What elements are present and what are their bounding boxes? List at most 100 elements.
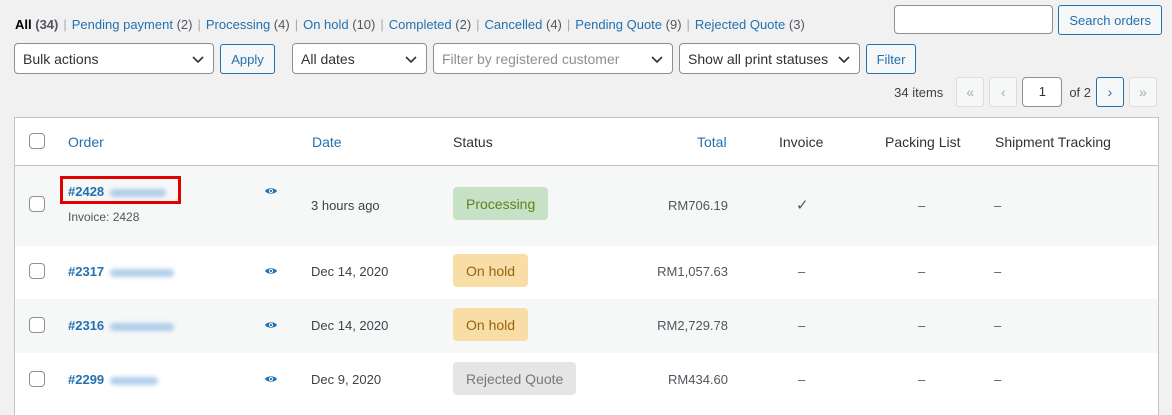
eye-icon[interactable] [264, 374, 278, 384]
filter-processing-count: (4) [273, 17, 290, 32]
order-link[interactable]: #2317 [68, 264, 175, 279]
filter-pending-quote-label: Pending Quote [575, 17, 663, 32]
filter-completed-count: (2) [455, 17, 472, 32]
status-badge: On hold [453, 254, 529, 287]
row-checkbox[interactable] [29, 196, 45, 212]
filter-all-count: (34) [35, 17, 59, 32]
packing-list-value: – [918, 264, 926, 279]
date-filter-value: All dates [301, 50, 355, 67]
filter-completed-label: Completed [388, 17, 452, 32]
filter-pending-quote-count: (9) [665, 17, 682, 32]
chevron-down-icon [838, 56, 850, 64]
filter-all[interactable]: All (34) [15, 17, 58, 32]
eye-icon[interactable] [264, 266, 278, 276]
filter-separator: | [686, 17, 690, 32]
filter-separator: | [294, 17, 299, 32]
filter-separator: | [566, 17, 571, 32]
eye-icon[interactable] [264, 186, 278, 196]
filter-separator: | [476, 17, 480, 32]
status-badge: On hold [453, 308, 529, 341]
column-date[interactable]: Date [312, 134, 342, 150]
last-page-button[interactable]: » [1129, 77, 1157, 107]
filter-pending-payment[interactable]: Pending payment (2) [72, 17, 193, 32]
order-number: #2299 [68, 372, 105, 387]
filter-pending-quote[interactable]: Pending Quote (9) [575, 17, 681, 32]
filter-separator: | [197, 17, 201, 32]
customer-name-blurred [110, 322, 175, 331]
apply-button[interactable]: Apply [220, 44, 275, 74]
filter-separator: | [63, 17, 67, 32]
column-shipment-tracking: Shipment Tracking [995, 134, 1111, 150]
filter-cancelled-count: (4) [546, 17, 562, 32]
packing-list-value: – [918, 372, 926, 387]
order-number: #2317 [68, 264, 105, 279]
order-date: 3 hours ago [311, 198, 380, 213]
customer-filter-placeholder: Filter by registered customer [442, 50, 620, 67]
next-page-button[interactable]: › [1096, 77, 1124, 107]
order-total: RM1,057.63 [657, 264, 728, 279]
filter-button[interactable]: Filter [866, 44, 916, 74]
print-status-select[interactable]: Show all print statuses [679, 43, 860, 74]
current-page-input[interactable]: 1 [1022, 77, 1063, 107]
order-date: Dec 14, 2020 [311, 318, 389, 333]
tracking-value: – [994, 318, 1002, 333]
order-date: Dec 14, 2020 [311, 264, 389, 279]
filter-rejected-quote-count: (3) [788, 17, 805, 32]
column-order[interactable]: Order [68, 134, 104, 150]
items-count: 34 items [894, 84, 944, 100]
prev-page-button[interactable]: ‹ [989, 77, 1018, 107]
table-row: #2316 Dec 14, 2020 On hold RM2,729.78 – … [15, 299, 1158, 353]
table-row: #2317 Dec 14, 2020 On hold RM1,057.63 – … [15, 246, 1158, 299]
filter-rejected-quote-label: Rejected Quote [694, 17, 786, 32]
orders-table: Order Date Status Total Invoice Packing … [14, 117, 1159, 415]
status-badge: Rejected Quote [453, 362, 577, 395]
filter-rejected-quote[interactable]: Rejected Quote (3) [695, 17, 805, 32]
row-checkbox[interactable] [29, 263, 45, 279]
eye-icon[interactable] [264, 320, 278, 330]
filter-completed[interactable]: Completed (2) [389, 17, 471, 32]
select-all-checkbox[interactable] [29, 133, 45, 149]
packing-list-value: – [918, 318, 926, 333]
filter-cancelled-label: Cancelled [484, 17, 543, 32]
order-link[interactable]: #2316 [68, 318, 175, 333]
date-filter-select[interactable]: All dates [292, 43, 427, 74]
order-link[interactable]: #2299 [68, 372, 159, 387]
invoice-value: – [798, 264, 806, 279]
chevron-down-icon [192, 56, 204, 64]
filter-pending-payment-count: (2) [176, 17, 193, 32]
print-status-value: Show all print statuses [688, 50, 829, 67]
filter-separator: | [380, 17, 384, 32]
row-checkbox[interactable] [29, 317, 45, 333]
highlight-box [60, 176, 181, 204]
pagination: 34 items « ‹ 1 of 2 › » [894, 77, 1157, 107]
column-invoice: Invoice [779, 134, 824, 150]
table-header: Order Date Status Total Invoice Packing … [15, 118, 1158, 166]
column-packing-list: Packing List [885, 134, 961, 150]
filter-processing[interactable]: Processing (4) [206, 17, 290, 32]
search-box: Search orders [894, 5, 1162, 35]
order-total: RM434.60 [668, 372, 728, 387]
filter-cancelled[interactable]: Cancelled (4) [485, 17, 562, 32]
invoice-value: – [798, 318, 806, 333]
table-row: #2428 Invoice: 2428 3 hours ago Processi… [15, 166, 1158, 246]
bulk-actions-value: Bulk actions [23, 50, 99, 67]
column-status: Status [453, 134, 493, 150]
search-input[interactable] [894, 5, 1054, 34]
bulk-actions-select[interactable]: Bulk actions [14, 43, 214, 74]
order-number: #2316 [68, 318, 105, 333]
chevron-down-icon [651, 56, 663, 64]
status-badge: Processing [453, 187, 549, 220]
tracking-value: – [994, 198, 1002, 213]
row-checkbox[interactable] [29, 371, 45, 387]
invoice-number: Invoice: 2428 [68, 210, 140, 224]
table-row: #2299 Dec 9, 2020 Rejected Quote RM434.6… [15, 353, 1158, 407]
filter-on-hold[interactable]: On hold (10) [303, 17, 375, 32]
total-pages: of 2 [1069, 84, 1091, 100]
invoice-check-icon: ✓ [796, 197, 809, 214]
column-total[interactable]: Total [697, 134, 727, 150]
search-orders-button[interactable]: Search orders [1058, 5, 1162, 35]
status-filter-links: All (34) | Pending payment (2) | Processing … [15, 17, 805, 32]
customer-filter-select[interactable]: Filter by registered customer [433, 43, 673, 74]
first-page-button[interactable]: « [956, 77, 985, 107]
customer-name-blurred [110, 268, 175, 277]
